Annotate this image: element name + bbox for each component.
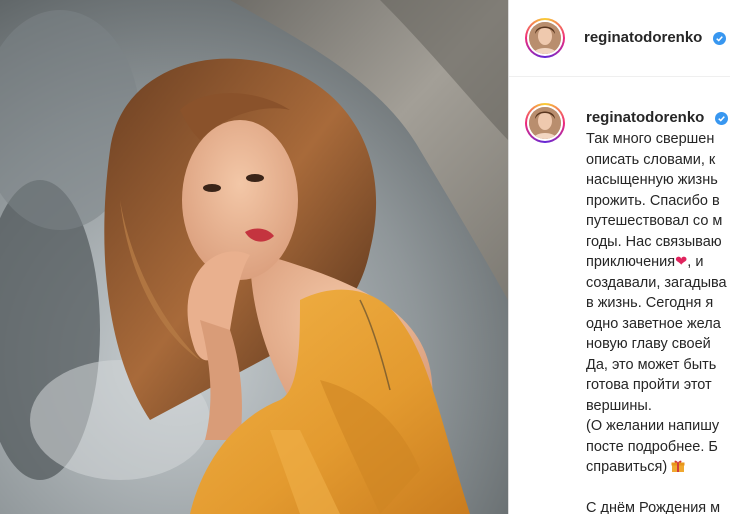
avatar[interactable] <box>525 18 565 58</box>
profile-avatar-icon <box>529 22 561 54</box>
profile-avatar-icon <box>529 107 561 139</box>
caption-line: в жизнь. Сегодня я <box>586 295 714 311</box>
caption-line: Да, это может быть <box>586 356 717 373</box>
caption-line: годы. Нас связываю <box>586 233 722 250</box>
caption-text: Так много свершен описать словами, к нас… <box>586 129 730 514</box>
caption-line: насыщенную жизнь <box>586 172 718 188</box>
caption-line-with-gift: справиться) <box>586 457 730 478</box>
caption-username[interactable]: reginatodorenko <box>586 109 704 126</box>
post-photo-art <box>0 0 508 514</box>
verified-badge-icon <box>713 32 726 45</box>
caption-line: прожить. Спасибо в <box>586 192 720 209</box>
caption-line-with-heart: приключения❤, и <box>586 252 730 273</box>
caption-line: С днём Рождения м <box>586 499 721 514</box>
caption-line: описать словами, к <box>586 151 716 168</box>
caption-line: создавали, загадыва <box>586 274 727 291</box>
heart-emoji: ❤ <box>675 254 688 270</box>
caption-line: готова пройти этот <box>586 377 712 393</box>
caption-line: одно заветное жела <box>586 315 721 332</box>
verified-badge-icon <box>715 112 728 125</box>
caption-avatar[interactable] <box>525 103 565 143</box>
caption-line: Так много свершен <box>586 131 715 147</box>
post-header: reginatodorenko <box>509 0 730 77</box>
post-sidebar: reginatodorenko reginatodorenko Так мног… <box>508 0 730 514</box>
caption-line: путешествовал со м <box>586 213 723 229</box>
caption-text-segment: приключения <box>586 254 676 270</box>
caption-line: вершины. <box>586 397 652 414</box>
caption-line: (О желании напишу <box>586 418 720 434</box>
header-username[interactable]: reginatodorenko <box>584 29 702 46</box>
caption-line: посте подробнее. Б <box>586 438 718 455</box>
post-photo[interactable] <box>0 0 508 514</box>
gift-icon <box>671 460 685 472</box>
caption-text-segment: , и <box>687 254 704 270</box>
caption-line: новую главу своей <box>586 336 711 352</box>
caption-text-segment: справиться) <box>586 459 668 475</box>
